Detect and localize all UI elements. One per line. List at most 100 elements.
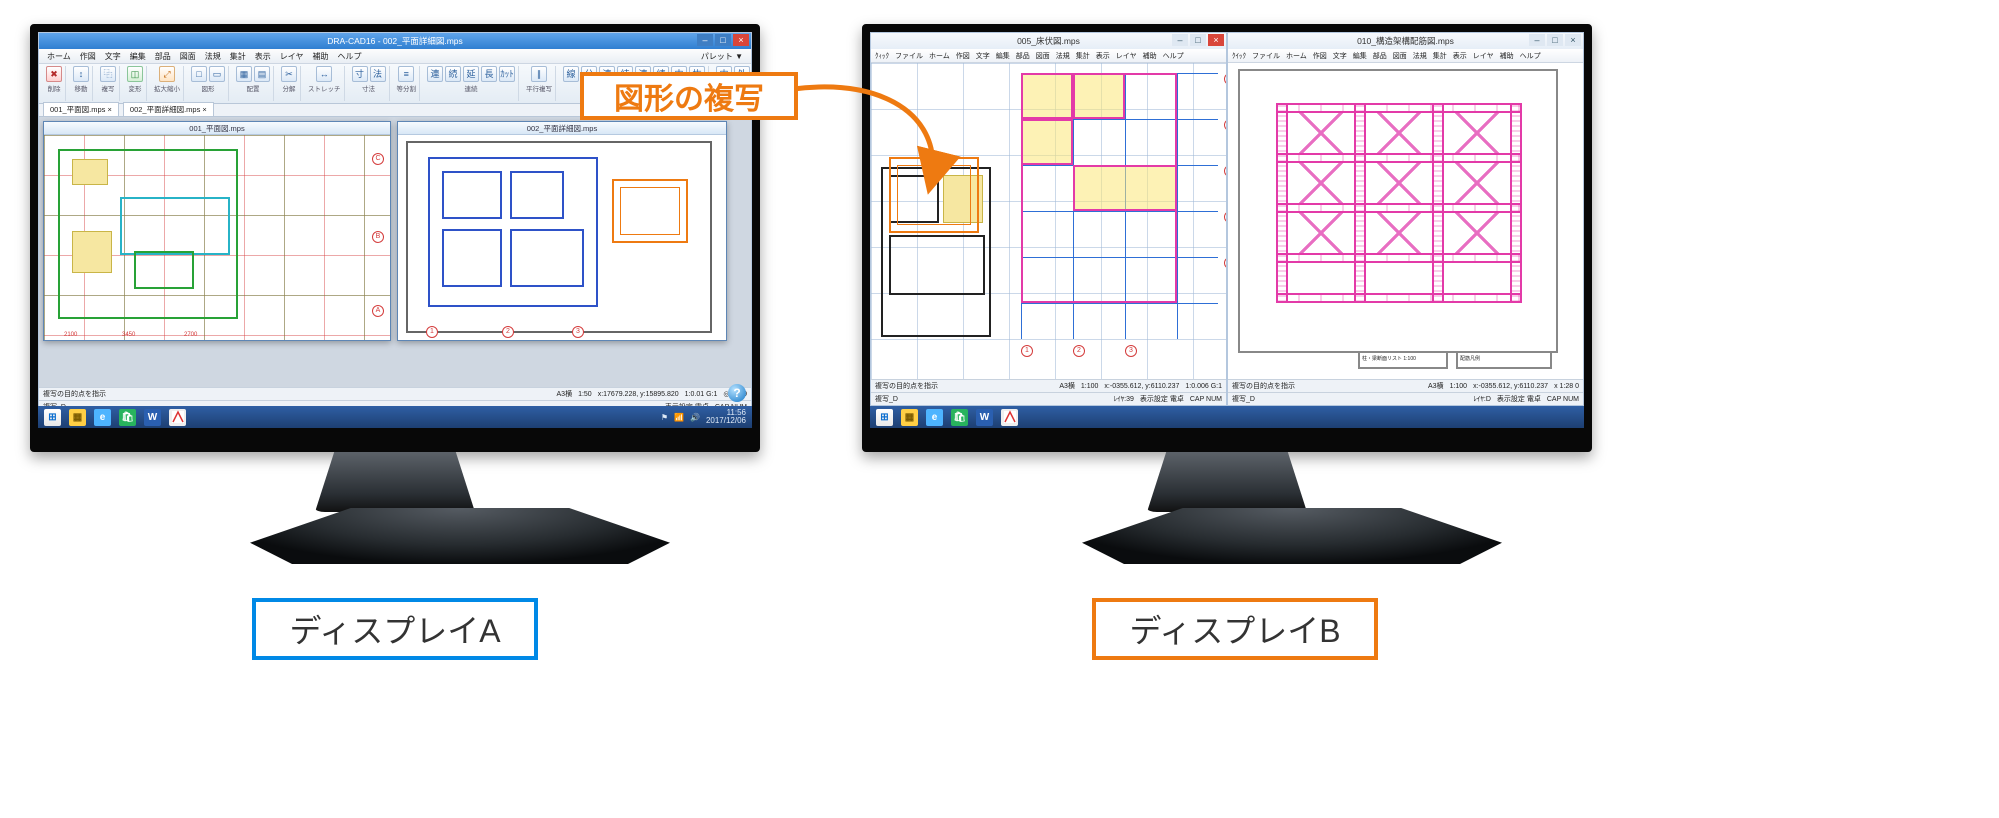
taskbar-store-icon[interactable]: 🛍 bbox=[951, 409, 968, 426]
menu-item[interactable]: 文字 bbox=[1333, 51, 1347, 61]
ribbon-button[interactable]: 線 bbox=[563, 66, 579, 82]
menu-item[interactable]: 作図 bbox=[956, 51, 970, 61]
ribbon-button[interactable]: ✂ bbox=[281, 66, 297, 82]
menu-item[interactable]: 法規 bbox=[1413, 51, 1427, 61]
system-tray[interactable]: ⚑ 📶 🔊 11:56 2017/12/06 bbox=[661, 409, 746, 425]
menu-item[interactable]: 補助 bbox=[313, 51, 329, 62]
menu-item[interactable]: レイヤ bbox=[280, 51, 304, 62]
ribbon-button[interactable]: ✖ bbox=[46, 66, 62, 82]
menu-item[interactable]: 表示 bbox=[255, 51, 271, 62]
menu-item[interactable]: ホーム bbox=[929, 51, 950, 61]
ribbon-button[interactable]: ⿻ bbox=[100, 66, 116, 82]
menu-item[interactable]: 図面 bbox=[1036, 51, 1050, 61]
menu-item[interactable]: 集計 bbox=[230, 51, 246, 62]
menu-item[interactable]: 法規 bbox=[205, 51, 221, 62]
taskbar-explorer-icon[interactable]: ▦ bbox=[901, 409, 918, 426]
menu-item[interactable]: 補助 bbox=[1143, 51, 1157, 61]
title-bar[interactable]: 010_構造架構配筋図.mps – □ × bbox=[1228, 33, 1583, 49]
taskbar-word-icon[interactable]: W bbox=[976, 409, 993, 426]
help-icon[interactable]: ? bbox=[728, 384, 746, 402]
menu-item[interactable]: ｸｨｯｸ bbox=[875, 51, 889, 61]
beam bbox=[1276, 253, 1522, 263]
menu-item[interactable]: ヘルプ bbox=[338, 51, 362, 62]
menu-item[interactable]: 文字 bbox=[976, 51, 990, 61]
menu-item[interactable]: 表示 bbox=[1096, 51, 1110, 61]
menu-item[interactable]: 編集 bbox=[1353, 51, 1367, 61]
drawing-canvas[interactable]: 柱・梁断面リスト 1:100 配筋凡例 bbox=[1228, 63, 1583, 379]
minimize-button[interactable]: – bbox=[697, 34, 713, 46]
start-button[interactable]: ⊞ bbox=[44, 409, 61, 426]
grid-mark: 3 bbox=[1125, 345, 1137, 357]
ribbon-button[interactable]: ▦ bbox=[236, 66, 252, 82]
menu-item[interactable]: 文字 bbox=[105, 51, 121, 62]
status-sheet: A3横 bbox=[1428, 381, 1444, 391]
menu-item[interactable]: 図面 bbox=[180, 51, 196, 62]
room-block bbox=[72, 159, 108, 185]
ribbon-button[interactable]: ≡ bbox=[398, 66, 414, 82]
menu-item[interactable]: 補助 bbox=[1500, 51, 1514, 61]
palette-dropdown[interactable]: パレット ▼ bbox=[701, 51, 743, 62]
taskbar[interactable]: ⊞ ▦ e 🛍 W bbox=[870, 406, 1584, 428]
taskbar-explorer-icon[interactable]: ▦ bbox=[69, 409, 86, 426]
menu-item[interactable]: 作図 bbox=[80, 51, 96, 62]
ribbon-button[interactable]: ◫ bbox=[127, 66, 143, 82]
menu-item[interactable]: ヘルプ bbox=[1163, 51, 1184, 61]
title-bar[interactable]: 005_床伏図.mps – □ × bbox=[871, 33, 1226, 49]
taskbar-browser-icon[interactable]: e bbox=[94, 409, 111, 426]
menu-item[interactable]: 集計 bbox=[1433, 51, 1447, 61]
taskbar-store-icon[interactable]: 🛍 bbox=[119, 409, 136, 426]
ribbon-button[interactable]: ↕ bbox=[73, 66, 89, 82]
menu-item[interactable]: 図面 bbox=[1393, 51, 1407, 61]
ribbon-button[interactable]: 長 bbox=[481, 66, 497, 82]
menu-item[interactable]: 部品 bbox=[155, 51, 171, 62]
start-button[interactable]: ⊞ bbox=[876, 409, 893, 426]
ribbon-button[interactable]: ▤ bbox=[254, 66, 270, 82]
menu-item[interactable]: ヘルプ bbox=[1520, 51, 1541, 61]
menu-item[interactable]: 作図 bbox=[1313, 51, 1327, 61]
ribbon-button[interactable]: □ bbox=[191, 66, 207, 82]
maximize-button[interactable]: □ bbox=[715, 34, 731, 46]
child-window-plan[interactable]: 001_平面図.mps C B A bbox=[43, 121, 391, 341]
menu-item[interactable]: 編集 bbox=[996, 51, 1010, 61]
title-bar[interactable]: DRA-CAD16 - 002_平面詳細図.mps – □ × bbox=[39, 33, 751, 49]
close-button[interactable]: × bbox=[1208, 34, 1224, 46]
ribbon-button[interactable]: 続 bbox=[445, 66, 461, 82]
menu-item[interactable]: 表示 bbox=[1453, 51, 1467, 61]
status-coords: x:-0355.612, y:6110.237 bbox=[1473, 383, 1548, 390]
document-tab[interactable]: 001_平面図.mps × bbox=[43, 102, 119, 116]
ribbon-button[interactable]: ▭ bbox=[209, 66, 225, 82]
document-tab[interactable]: 002_平面詳細図.mps × bbox=[123, 102, 214, 116]
taskbar-word-icon[interactable]: W bbox=[144, 409, 161, 426]
menu-item[interactable]: ファイル bbox=[895, 51, 923, 61]
taskbar-app-icon[interactable] bbox=[1001, 409, 1018, 426]
close-button[interactable]: × bbox=[1565, 34, 1581, 46]
ribbon-button[interactable]: 延 bbox=[463, 66, 479, 82]
menu-item[interactable]: レイヤ bbox=[1116, 51, 1137, 61]
menu-item[interactable]: ホーム bbox=[1286, 51, 1307, 61]
ribbon-button[interactable]: ｶｯﾄ bbox=[499, 66, 515, 82]
minimize-button[interactable]: – bbox=[1529, 34, 1545, 46]
close-button[interactable]: × bbox=[733, 34, 749, 46]
maximize-button[interactable]: □ bbox=[1547, 34, 1563, 46]
menu-item[interactable]: ホーム bbox=[47, 51, 71, 62]
menu-item[interactable]: 編集 bbox=[130, 51, 146, 62]
menu-item[interactable]: ｸｲｯｸ bbox=[1232, 51, 1246, 61]
menu-item[interactable]: レイヤ bbox=[1473, 51, 1494, 61]
taskbar-browser-icon[interactable]: e bbox=[926, 409, 943, 426]
minimize-button[interactable]: – bbox=[1172, 34, 1188, 46]
ribbon-button[interactable]: ⤢ bbox=[159, 66, 175, 82]
ribbon-button[interactable]: 法 bbox=[370, 66, 386, 82]
taskbar-app-icon[interactable] bbox=[169, 409, 186, 426]
maximize-button[interactable]: □ bbox=[1190, 34, 1206, 46]
ribbon-button[interactable]: ↔ bbox=[316, 66, 332, 82]
menu-item[interactable]: 法規 bbox=[1056, 51, 1070, 61]
menu-item[interactable]: ファイル bbox=[1252, 51, 1280, 61]
menu-item[interactable]: 部品 bbox=[1373, 51, 1387, 61]
drawing-canvas[interactable]: C B A 2100 3450 2700 bbox=[44, 135, 390, 340]
menu-item[interactable]: 部品 bbox=[1016, 51, 1030, 61]
taskbar[interactable]: ⊞ ▦ e 🛍 W ⚑ 📶 🔊 bbox=[38, 406, 752, 428]
ribbon-button[interactable]: ∥ bbox=[531, 66, 547, 82]
ribbon-button[interactable]: 連 bbox=[427, 66, 443, 82]
ribbon-button[interactable]: 寸 bbox=[352, 66, 368, 82]
menu-item[interactable]: 集計 bbox=[1076, 51, 1090, 61]
